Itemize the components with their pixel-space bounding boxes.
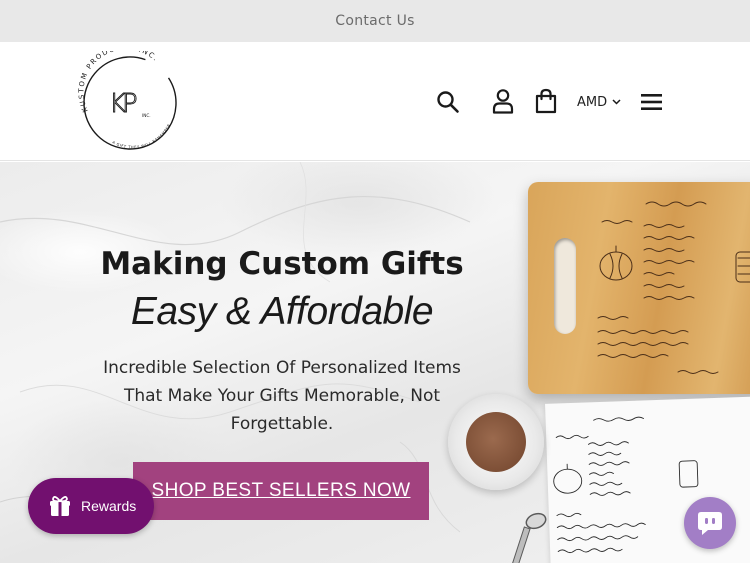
measuring-spoon-image: [511, 512, 547, 563]
logo[interactable]: KUSTOM PRODUCTS INC. A GIFT THEY WILL RE…: [76, 44, 184, 155]
contact-us-link[interactable]: Contact Us: [335, 13, 414, 29]
rewards-launcher-button[interactable]: Rewards: [28, 478, 154, 534]
search-icon: [437, 91, 459, 113]
currency-value: AMD: [577, 94, 608, 110]
shop-best-sellers-button[interactable]: SHOP BEST SELLERS NOW: [133, 462, 429, 520]
account-button[interactable]: [491, 88, 515, 114]
chevron-down-icon: [612, 99, 621, 105]
announcement-bar: Contact Us: [0, 0, 750, 42]
logo-tagline: A GIFT THEY WILL REMEMBER: [111, 123, 170, 149]
chat-launcher-button[interactable]: [684, 497, 736, 549]
hamburger-menu-icon: [641, 94, 662, 110]
user-icon: [492, 89, 514, 114]
hero-title: Making Custom Gifts: [100, 246, 464, 282]
hero-description: Incredible Selection Of Personalized Ite…: [103, 358, 461, 434]
kp-monogram-logo-icon: KUSTOM PRODUCTS INC. A GIFT THEY WILL RE…: [77, 44, 177, 150]
chat-bubble-icon: [698, 512, 722, 535]
site-header: KUSTOM PRODUCTS INC. A GIFT THEY WILL RE…: [0, 42, 750, 161]
shopping-bag-icon: [535, 88, 557, 114]
rewards-label: Rewards: [81, 498, 137, 514]
logo-monogram: KP: [109, 89, 137, 119]
menu-button[interactable]: [641, 93, 662, 111]
logo-monogram-suffix: INC.: [142, 113, 151, 118]
gift-icon: [50, 496, 70, 516]
ground-spice: [466, 412, 526, 472]
hero-subtitle: Easy & Affordable: [130, 290, 434, 333]
cutting-board-image: [528, 182, 750, 394]
svg-text:A GIFT THEY WILL REMEMBER: A GIFT THEY WILL REMEMBER: [111, 123, 171, 149]
cart-button[interactable]: [534, 88, 558, 114]
handwritten-recipe-engraving: [597, 201, 750, 374]
currency-selector[interactable]: AMD: [577, 92, 621, 112]
search-button[interactable]: [436, 90, 460, 114]
